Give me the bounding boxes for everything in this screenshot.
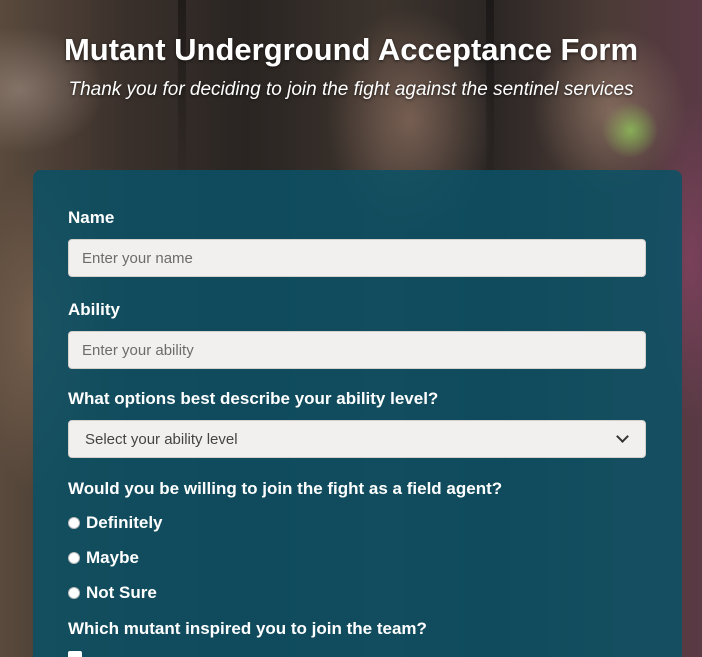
- ability-label: Ability: [68, 300, 120, 319]
- field-agent-label: Would you be willing to join the fight a…: [68, 479, 503, 498]
- name-label: Name: [68, 208, 115, 227]
- ability-level-selected: Select your ability level: [85, 430, 238, 448]
- radio-icon[interactable]: [68, 552, 80, 564]
- radio-option-not-sure[interactable]: Not Sure: [68, 583, 157, 603]
- radio-option-label: Definitely: [86, 513, 163, 532]
- ability-level-select[interactable]: Select your ability level: [68, 420, 646, 458]
- name-input[interactable]: [68, 239, 646, 277]
- ability-level-label: What options best describe your ability …: [68, 389, 439, 408]
- ability-input[interactable]: [68, 331, 646, 369]
- radio-option-label: Not Sure: [86, 583, 157, 602]
- page-subtitle: Thank you for deciding to join the fight…: [68, 79, 634, 100]
- checkbox-icon[interactable]: [68, 651, 82, 657]
- checkbox-option-label: Rogue: [89, 652, 149, 657]
- radio-option-maybe[interactable]: Maybe: [68, 548, 139, 568]
- radio-option-label: Maybe: [86, 548, 139, 567]
- chevron-down-icon: [616, 430, 629, 443]
- radio-icon[interactable]: [68, 587, 80, 599]
- page-title: Mutant Underground Acceptance Form: [63, 32, 639, 67]
- radio-icon[interactable]: [68, 517, 80, 529]
- radio-option-definitely[interactable]: Definitely: [68, 513, 163, 533]
- acceptance-form: Name Ability What options best describe …: [33, 170, 682, 657]
- inspiration-label: Which mutant inspired you to join the te…: [68, 619, 427, 638]
